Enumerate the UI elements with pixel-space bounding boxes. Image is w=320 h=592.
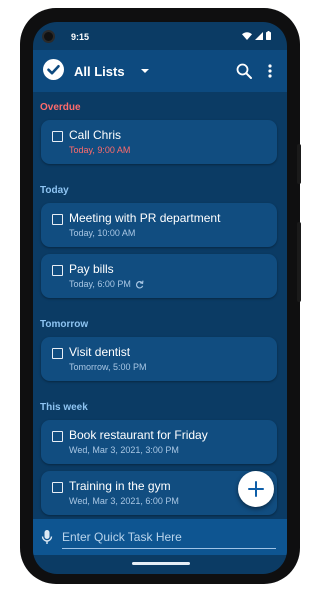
app-screen: 9:15 All Lists Overdue Call Chris Today,… xyxy=(33,22,287,574)
search-icon[interactable] xyxy=(235,62,253,80)
cellular-icon xyxy=(255,31,263,40)
app-bar: All Lists xyxy=(33,50,287,92)
repeat-icon xyxy=(135,280,144,288)
task-checkbox[interactable] xyxy=(52,482,63,493)
wifi-icon xyxy=(242,31,252,40)
task-due: Tomorrow, 5:00 PM xyxy=(69,362,147,372)
quick-task-bar xyxy=(33,519,287,555)
task-due-text: Today, 9:00 AM xyxy=(69,145,131,155)
list-selector-title[interactable]: All Lists xyxy=(74,64,125,79)
task-checkbox[interactable] xyxy=(52,265,63,276)
task-card[interactable]: Pay bills Today, 6:00 PM xyxy=(41,254,277,298)
quick-task-input[interactable] xyxy=(62,525,276,549)
task-checkbox[interactable] xyxy=(52,214,63,225)
plus-icon xyxy=(248,481,264,497)
add-task-button[interactable] xyxy=(238,471,274,507)
task-card[interactable]: Book restaurant for Friday Wed, Mar 3, 2… xyxy=(41,420,277,464)
front-camera xyxy=(42,30,55,43)
power-button xyxy=(297,144,301,184)
task-title: Training in the gym xyxy=(69,479,171,493)
task-title: Visit dentist xyxy=(69,345,131,359)
dropdown-caret-icon[interactable] xyxy=(141,69,149,73)
task-due-text: Today, 10:00 AM xyxy=(69,228,136,238)
task-due: Wed, Mar 3, 2021, 3:00 PM xyxy=(69,445,179,455)
task-due: Today, 10:00 AM xyxy=(69,228,135,238)
task-title: Book restaurant for Friday xyxy=(69,428,208,442)
section-header-today: Today xyxy=(40,185,69,196)
task-due: Wed, Mar 3, 2021, 6:00 PM xyxy=(69,496,179,506)
task-card[interactable]: Visit dentist Tomorrow, 5:00 PM xyxy=(41,337,277,381)
task-checkbox[interactable] xyxy=(52,348,63,359)
battery-icon xyxy=(266,31,271,40)
task-due: Today, 6:00 PM xyxy=(69,279,144,289)
section-header-this-week: This week xyxy=(40,402,88,413)
task-title: Call Chris xyxy=(69,128,122,142)
navigation-handle[interactable] xyxy=(132,562,190,565)
task-due-text: Wed, Mar 3, 2021, 6:00 PM xyxy=(69,496,179,506)
task-title: Pay bills xyxy=(69,262,114,276)
task-card[interactable]: Call Chris Today, 9:00 AM xyxy=(41,120,277,164)
microphone-icon[interactable] xyxy=(41,529,53,545)
status-icons xyxy=(242,31,271,40)
task-due-text: Tomorrow, 5:00 PM xyxy=(69,362,147,372)
task-due: Today, 9:00 AM xyxy=(69,145,130,155)
task-checkbox[interactable] xyxy=(52,431,63,442)
status-time: 9:15 xyxy=(71,32,90,42)
task-checkbox[interactable] xyxy=(52,131,63,142)
section-header-tomorrow: Tomorrow xyxy=(40,319,89,330)
status-bar: 9:15 xyxy=(33,22,287,50)
task-title: Meeting with PR department xyxy=(69,211,221,225)
volume-button xyxy=(297,222,301,302)
task-due-text: Today, 6:00 PM xyxy=(69,279,131,289)
check-circle-icon[interactable] xyxy=(43,59,64,80)
task-due-text: Wed, Mar 3, 2021, 3:00 PM xyxy=(69,445,179,455)
more-vert-icon[interactable] xyxy=(266,62,274,80)
section-header-overdue: Overdue xyxy=(40,102,81,113)
task-card[interactable]: Meeting with PR department Today, 10:00 … xyxy=(41,203,277,247)
